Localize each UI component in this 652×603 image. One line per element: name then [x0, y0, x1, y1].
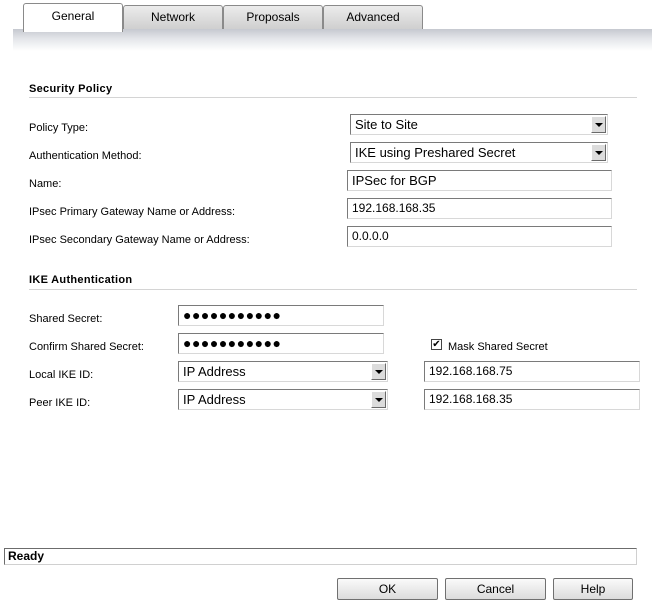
auth-method-value: IKE using Preshared Secret [355, 145, 516, 160]
chevron-down-icon[interactable] [591, 116, 606, 133]
cancel-button[interactable]: Cancel [445, 578, 546, 600]
name-input[interactable]: IPSec for BGP [347, 170, 612, 191]
secondary-gateway-label: IPsec Secondary Gateway Name or Address: [29, 234, 250, 246]
policy-type-label: Policy Type: [29, 122, 89, 134]
tab-network[interactable]: Network [123, 5, 223, 29]
chevron-down-icon[interactable] [371, 391, 386, 408]
tab-proposals[interactable]: Proposals [223, 5, 323, 29]
auth-method-label: Authentication Method: [29, 150, 142, 162]
confirm-secret-label: Confirm Shared Secret: [29, 341, 144, 353]
help-button[interactable]: Help [553, 578, 633, 600]
local-ike-type-select[interactable]: IP Address [178, 361, 388, 382]
section-divider [29, 289, 637, 290]
peer-ike-id-input[interactable]: 192.168.168.35 [424, 389, 640, 410]
peer-ike-id-label: Peer IKE ID: [29, 397, 91, 409]
mask-shared-secret-label: Mask Shared Secret [448, 341, 548, 353]
policy-type-select[interactable]: Site to Site [350, 114, 608, 135]
peer-ike-type-select[interactable]: IP Address [178, 389, 388, 410]
local-ike-id-input[interactable]: 192.168.168.75 [424, 361, 640, 382]
ok-button[interactable]: OK [337, 578, 438, 600]
secondary-gateway-input[interactable]: 0.0.0.0 [347, 226, 612, 247]
local-ike-type-value: IP Address [183, 364, 246, 379]
peer-ike-type-value: IP Address [183, 392, 246, 407]
tab-header-band [13, 29, 652, 51]
policy-type-value: Site to Site [355, 117, 418, 132]
local-ike-id-label: Local IKE ID: [29, 369, 94, 381]
auth-method-select[interactable]: IKE using Preshared Secret [350, 142, 608, 163]
shared-secret-input[interactable]: ●●●●●●●●●●● [178, 305, 384, 326]
name-label: Name: [29, 178, 62, 190]
tab-general[interactable]: General [23, 3, 123, 32]
primary-gateway-label: IPsec Primary Gateway Name or Address: [29, 206, 236, 218]
chevron-down-icon[interactable] [371, 363, 386, 380]
confirm-secret-input[interactable]: ●●●●●●●●●●● [178, 333, 384, 354]
shared-secret-label: Shared Secret: [29, 313, 103, 325]
ike-authentication-heading: IKE Authentication [29, 274, 133, 286]
section-divider [29, 97, 637, 98]
mask-shared-secret-checkbox[interactable]: ✔ [431, 339, 442, 350]
tab-advanced[interactable]: Advanced [323, 5, 423, 29]
chevron-down-icon[interactable] [591, 144, 606, 161]
primary-gateway-input[interactable]: 192.168.168.35 [347, 198, 612, 219]
status-bar: Ready [4, 548, 637, 565]
security-policy-heading: Security Policy [29, 83, 113, 95]
tab-bar: General Network Proposals Advanced [0, 0, 652, 32]
